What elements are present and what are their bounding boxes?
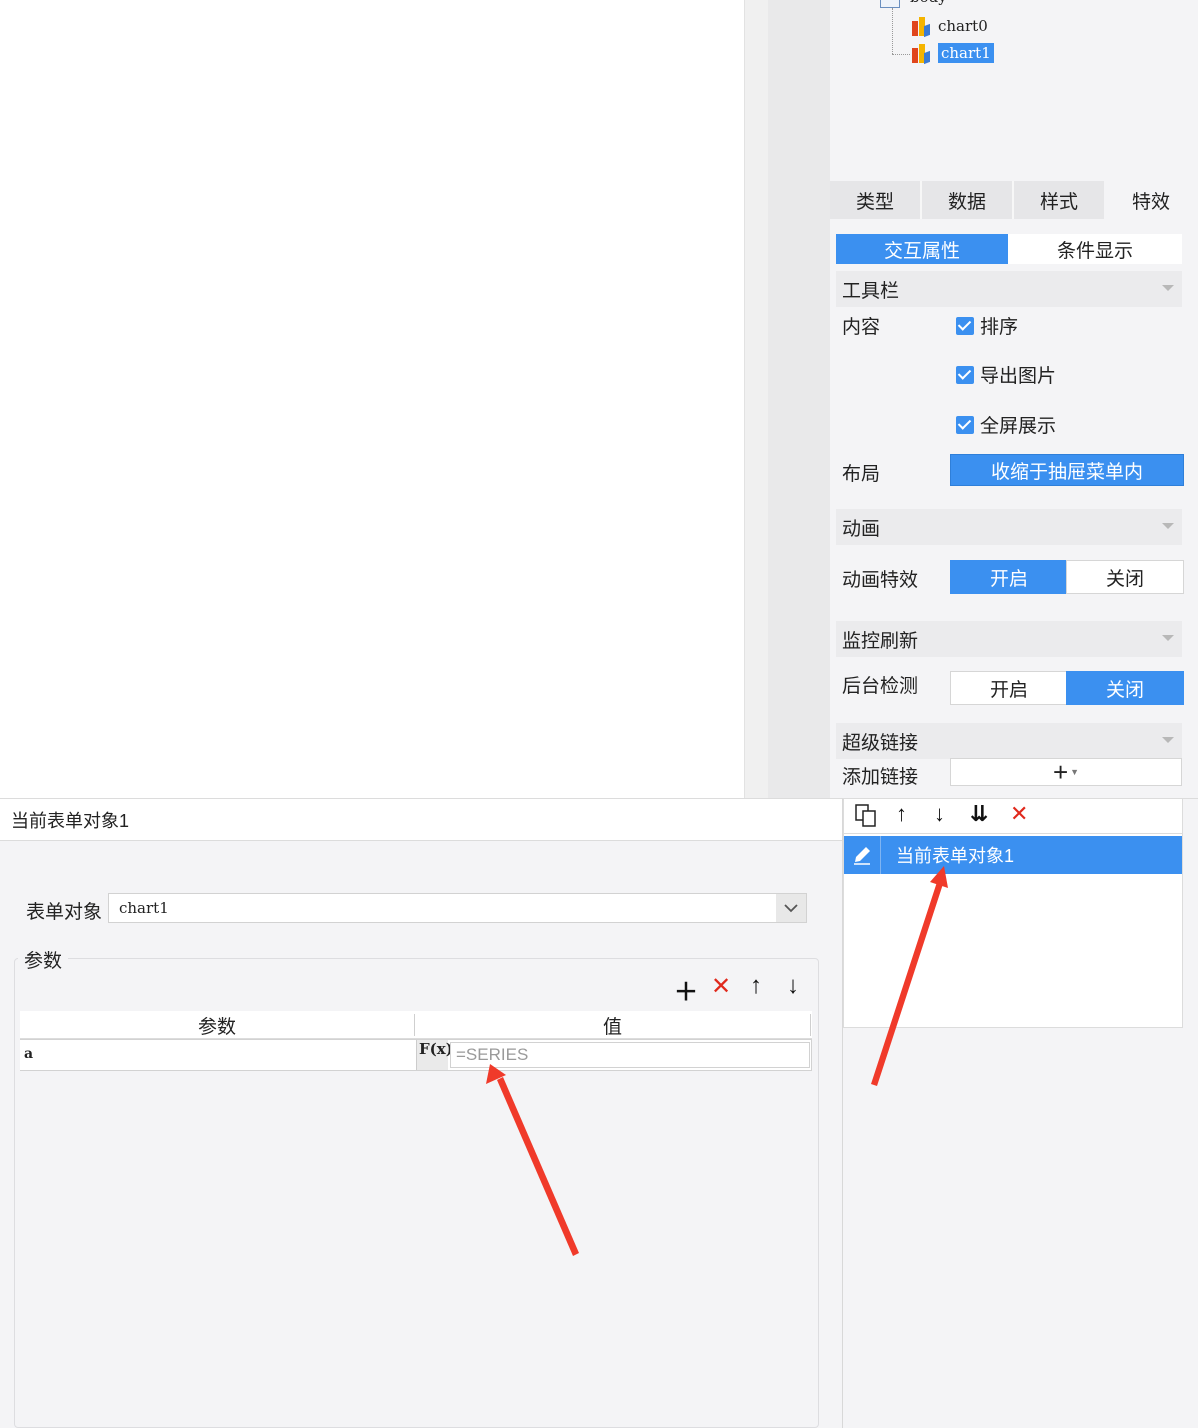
check-fullscreen[interactable]: 全屏展示 bbox=[956, 411, 1056, 438]
subtab-interaction[interactable]: 交互属性 bbox=[836, 234, 1008, 264]
tab-type[interactable]: 类型 bbox=[830, 181, 922, 219]
form-object-value: chart1 bbox=[119, 899, 169, 917]
layout-label: 布局 bbox=[842, 464, 881, 485]
delete-icon[interactable]: ✕ bbox=[1010, 801, 1028, 827]
dropdown-arrow-icon: ▼ bbox=[1070, 767, 1080, 777]
animation-on-button[interactable]: 开启 bbox=[950, 560, 1068, 594]
chart-icon bbox=[910, 42, 932, 65]
formula-icon[interactable]: F(x) bbox=[416, 1040, 453, 1070]
chevron-down-icon[interactable] bbox=[1162, 523, 1174, 529]
section-toolbar[interactable]: 工具栏 bbox=[836, 271, 1182, 307]
tree-item-label: chart0 bbox=[938, 17, 988, 35]
add-link-label: 添加链接 bbox=[842, 767, 919, 788]
body-node-icon bbox=[880, 0, 900, 8]
detect-off-button[interactable]: 关闭 bbox=[1066, 671, 1184, 705]
chart-icon bbox=[910, 15, 932, 38]
link-editor-title: 当前表单对象1 bbox=[0, 799, 842, 841]
form-object-select[interactable]: chart1 bbox=[108, 893, 807, 923]
section-title: 动画 bbox=[842, 518, 881, 540]
checkbox-checked-icon[interactable] bbox=[956, 415, 974, 434]
column-header-value[interactable]: 值 bbox=[415, 1011, 810, 1039]
check-label: 排序 bbox=[980, 317, 1019, 338]
content-label: 内容 bbox=[842, 317, 881, 338]
form-object-label: 表单对象 bbox=[26, 902, 103, 923]
section-animation[interactable]: 动画 bbox=[836, 509, 1182, 545]
layout-select[interactable]: 收缩于抽屉菜单内 bbox=[950, 454, 1184, 486]
delete-param-icon[interactable]: ✕ bbox=[711, 972, 731, 1001]
check-export-image[interactable]: 导出图片 bbox=[956, 361, 1056, 388]
table-row[interactable]: a F(x) =SERIES bbox=[20, 1039, 812, 1071]
design-canvas[interactable] bbox=[0, 0, 744, 798]
tree-item-label: chart1 bbox=[938, 43, 994, 63]
checkbox-checked-icon[interactable] bbox=[956, 365, 974, 384]
subtab-conditional-display[interactable]: 条件显示 bbox=[1008, 234, 1182, 264]
move-down-icon[interactable]: ↓ bbox=[934, 801, 945, 827]
column-header-param[interactable]: 参数 bbox=[20, 1011, 414, 1039]
chevron-down-icon[interactable] bbox=[1162, 635, 1174, 641]
move-down-icon[interactable]: ↓ bbox=[787, 972, 799, 1000]
add-link-button[interactable]: + ▼ bbox=[950, 758, 1182, 786]
link-list-item[interactable]: 当前表单对象1 bbox=[844, 836, 1182, 874]
params-group-label: 参数 bbox=[18, 946, 69, 973]
check-label: 导出图片 bbox=[980, 366, 1057, 387]
tab-style[interactable]: 样式 bbox=[1014, 181, 1106, 219]
tree-connector bbox=[892, 8, 893, 54]
chevron-down-icon[interactable] bbox=[1162, 285, 1174, 291]
move-up-icon[interactable]: ↑ bbox=[750, 972, 762, 1000]
tab-data[interactable]: 数据 bbox=[922, 181, 1014, 219]
check-sort[interactable]: 排序 bbox=[956, 312, 1018, 339]
section-title: 监控刷新 bbox=[842, 630, 919, 652]
params-table-header: 参数 值 bbox=[20, 1011, 812, 1039]
column-divider[interactable] bbox=[810, 1014, 811, 1036]
section-monitor-refresh[interactable]: 监控刷新 bbox=[836, 621, 1182, 657]
add-param-icon[interactable]: ＋ bbox=[674, 972, 698, 1007]
edit-pencil-icon[interactable] bbox=[844, 836, 881, 874]
canvas-scroll-edge bbox=[744, 0, 768, 798]
section-hyperlink[interactable]: 超级链接 bbox=[836, 723, 1182, 759]
chevron-down-icon[interactable] bbox=[776, 894, 806, 922]
section-title: 工具栏 bbox=[842, 280, 900, 302]
widget-tree: body bbox=[830, 0, 1198, 80]
param-value-field[interactable]: =SERIES bbox=[450, 1042, 810, 1068]
tree-item-chart1[interactable]: chart1 bbox=[910, 42, 994, 65]
link-item-label: 当前表单对象1 bbox=[896, 846, 1015, 866]
animation-effect-label: 动画特效 bbox=[842, 570, 919, 591]
detect-on-button[interactable]: 开启 bbox=[950, 671, 1068, 705]
tree-item-chart0[interactable]: chart0 bbox=[910, 15, 988, 38]
chevron-down-icon[interactable] bbox=[1162, 737, 1174, 743]
tab-effects[interactable]: 特效 bbox=[1104, 181, 1198, 219]
check-label: 全屏展示 bbox=[980, 416, 1057, 437]
tree-connector bbox=[892, 54, 910, 55]
tree-root-label[interactable]: body bbox=[910, 0, 947, 6]
copy-icon[interactable] bbox=[854, 803, 880, 835]
plus-dropdown-icon: + bbox=[1052, 757, 1069, 787]
background-detect-label: 后台检测 bbox=[842, 676, 919, 697]
param-name-cell[interactable]: a bbox=[24, 1046, 33, 1062]
checkbox-checked-icon[interactable] bbox=[956, 316, 974, 335]
formula-icon-label: F(x) bbox=[419, 1040, 453, 1058]
section-title: 超级链接 bbox=[842, 732, 919, 754]
panel-gutter bbox=[768, 0, 830, 798]
move-to-bottom-icon[interactable]: ⇊ bbox=[970, 801, 988, 827]
animation-off-button[interactable]: 关闭 bbox=[1066, 560, 1184, 594]
move-up-icon[interactable]: ↑ bbox=[896, 801, 907, 827]
